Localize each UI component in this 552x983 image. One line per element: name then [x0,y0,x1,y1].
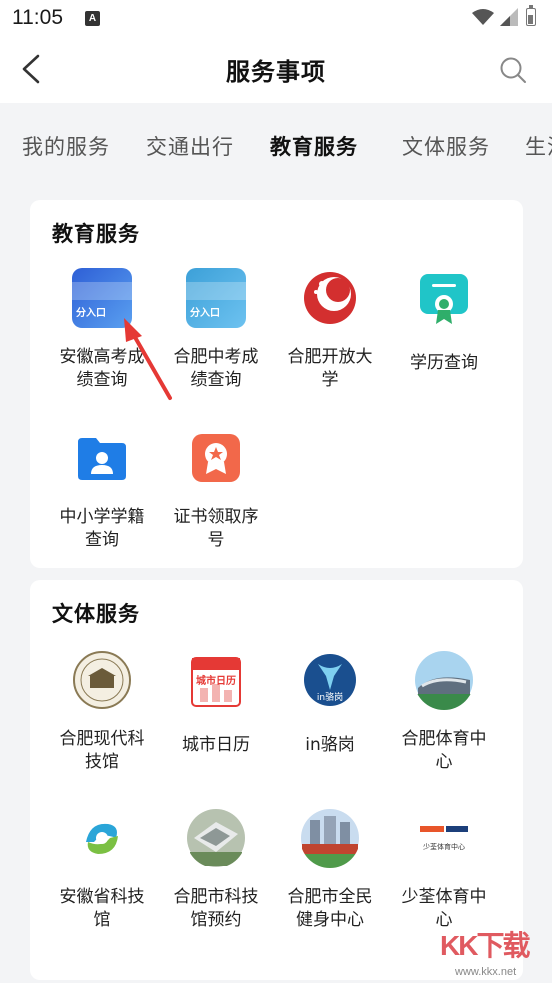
certificate-icon [414,268,474,328]
calendar-icon: 城市日历 [186,650,246,710]
shaoquan-logo-icon: 少荃体育中心 [414,808,474,868]
science-museum-seal-icon [72,650,132,710]
culture-card: 文体服务 合肥现代科技馆 城市日历 城市日历 in骆岗 in骆岗 合肥体育中心 … [30,580,523,980]
service-item-open-university[interactable]: 合肥开放大学 [270,268,390,392]
service-item-degree-query[interactable]: 学历查询 [384,268,504,375]
service-item-certificate-number[interactable]: 证书领取序号 [156,428,276,552]
service-item-hefei-sports-center[interactable]: 合肥体育中心 [384,650,504,774]
top-bar: 11:05 A 服务事项 [0,0,552,103]
service-item-in-luogang[interactable]: in骆岗 in骆岗 [270,650,390,757]
nav-bar: 服务事项 [0,36,552,103]
luogang-logo-icon: in骆岗 [300,650,360,710]
zhongkao-banner-icon: 分入口 [186,268,246,328]
service-item-zhongkao[interactable]: 分入口 合肥中考成绩查询 [156,268,276,392]
anhui-science-logo-icon [72,808,132,868]
tab-life[interactable]: 生活 [525,131,552,161]
service-item-anhui-science-museum[interactable]: 安徽省科技馆 [42,808,162,932]
service-item-gaokao[interactable]: 分入口 安徽高考成绩查询 [42,268,162,392]
service-label: 安徽高考成绩查询 [59,347,145,390]
category-tabs: 我的服务 交通出行 教育服务 文体服务 生活 [0,123,552,173]
museum-aerial-icon [186,808,246,868]
service-label: 合肥现代科技馆 [59,729,145,772]
wifi-icon [472,9,494,25]
service-label: in骆岗 [305,735,355,755]
tab-education[interactable]: 教育服务 [270,131,358,161]
service-label: 合肥体育中心 [401,729,487,772]
service-label: 安徽省科技馆 [59,887,145,930]
service-item-city-calendar[interactable]: 城市日历 城市日历 [156,650,276,757]
education-card: 教育服务 分入口 安徽高考成绩查询 分入口 合肥中考成绩查询 合肥开放大学 学历… [30,200,523,568]
fitness-center-photo-icon [300,808,360,868]
service-item-student-status[interactable]: 中小学学籍查询 [42,428,162,552]
student-folder-icon [72,428,132,488]
service-label: 合肥市全民健身中心 [287,887,373,930]
service-item-shaoquan-sports-center[interactable]: 少荃体育中心 少荃体育中心 [384,808,504,932]
section-title: 教育服务 [52,222,140,246]
app-notification-icon: A [85,11,100,26]
service-label: 证书领取序号 [173,507,259,550]
service-label: 中小学学籍查询 [59,507,145,550]
service-label: 合肥中考成绩查询 [173,347,259,390]
tab-my-services[interactable]: 我的服务 [22,131,110,161]
battery-icon [526,5,536,26]
watermark-logo: KK下载 [440,930,530,961]
open-university-logo-icon [300,268,360,328]
service-item-modern-science-museum[interactable]: 合肥现代科技馆 [42,650,162,774]
award-icon [186,428,246,488]
service-label: 城市日历 [182,735,250,755]
service-label: 学历查询 [410,353,478,373]
tab-culture-sports[interactable]: 文体服务 [402,131,490,161]
tab-transport[interactable]: 交通出行 [146,131,234,161]
watermark-url: www.kkx.net [455,966,517,978]
gaokao-banner-icon: 分入口 [72,268,132,328]
page-title: 服务事项 [226,58,326,86]
signal-icon [500,8,518,26]
status-time: 11:05 [12,6,63,29]
stadium-photo-icon [414,650,474,710]
service-label: 合肥开放大学 [287,347,373,390]
section-title: 文体服务 [52,602,140,626]
service-item-science-museum-booking[interactable]: 合肥市科技馆预约 [156,808,276,932]
service-label: 合肥市科技馆预约 [173,887,259,930]
search-icon[interactable] [499,56,527,84]
status-bar: 11:05 A [0,0,552,36]
service-item-fitness-center[interactable]: 合肥市全民健身中心 [270,808,390,932]
